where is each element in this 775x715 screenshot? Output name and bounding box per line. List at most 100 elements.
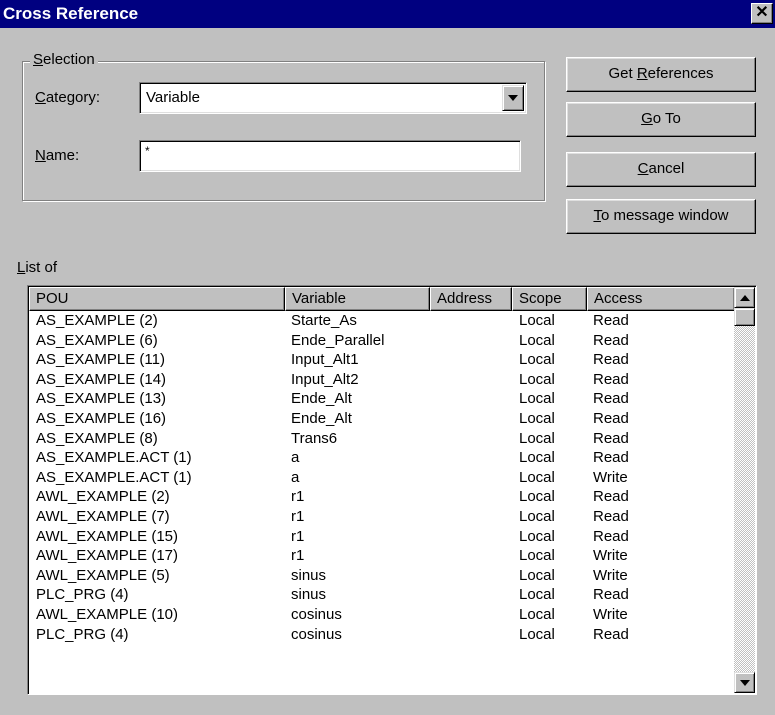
row-cell-scope: Local [519, 507, 555, 525]
row-cell-scope: Local [519, 527, 555, 545]
row-cell-pou: AS_EXAMPLE (11) [36, 351, 165, 369]
table-row[interactable]: AS_EXAMPLE (2) Starte_As Local Read [29, 311, 735, 331]
row-cell-access: Read [593, 370, 629, 388]
row-cell-access: Write [593, 468, 628, 486]
row-cell-pou: AS_EXAMPLE.ACT (1) [36, 468, 192, 486]
table-row[interactable]: AS_EXAMPLE (13) Ende_Alt Local Read [29, 389, 735, 409]
row-cell-pou: AWL_EXAMPLE (17) [36, 547, 178, 565]
row-cell-pou: AWL_EXAMPLE (10) [36, 605, 178, 623]
name-input-value: * [145, 144, 150, 158]
row-cell-pou: AS_EXAMPLE.ACT (1) [36, 449, 192, 467]
row-cell-variable: Trans6 [291, 429, 338, 447]
category-label: Category: [35, 89, 101, 106]
arrow-down-icon [740, 680, 750, 686]
list-header: POU Variable Address Scope Access [29, 287, 735, 311]
row-cell-pou: PLC_PRG (4) [36, 586, 129, 604]
scroll-thumb[interactable] [734, 308, 755, 326]
row-cell-access: Read [593, 409, 629, 427]
cross-reference-list[interactable]: POU Variable Address Scope Access AS_EXA… [27, 285, 757, 695]
row-cell-pou: PLC_PRG (4) [36, 625, 129, 643]
row-cell-variable: r1 [291, 547, 305, 565]
name-input[interactable]: * [139, 140, 521, 172]
row-cell-pou: AS_EXAMPLE (14) [36, 370, 167, 388]
row-cell-pou: AS_EXAMPLE (6) [36, 331, 158, 349]
vertical-scrollbar[interactable] [734, 287, 755, 693]
row-cell-scope: Local [519, 331, 555, 349]
row-cell-access: Read [593, 586, 629, 604]
row-cell-pou: AS_EXAMPLE (13) [36, 390, 167, 408]
row-cell-scope: Local [519, 586, 555, 604]
cancel-button[interactable]: Cancel [566, 152, 756, 187]
row-cell-scope: Local [519, 429, 555, 447]
row-cell-pou: AS_EXAMPLE (2) [36, 312, 158, 329]
row-cell-access: Read [593, 429, 629, 447]
row-cell-pou: AWL_EXAMPLE (5) [36, 566, 170, 584]
close-icon[interactable]: ✕ [751, 3, 773, 24]
table-row[interactable]: AS_EXAMPLE (8) Trans6 Local Read [29, 429, 735, 449]
row-cell-variable: cosinus [291, 605, 342, 623]
row-cell-access: Read [593, 449, 629, 467]
scroll-down-button[interactable] [734, 672, 755, 693]
column-header-address[interactable]: Address [430, 287, 512, 311]
table-row[interactable]: AWL_EXAMPLE (7) r1 Local Read [29, 507, 735, 527]
table-row[interactable]: AWL_EXAMPLE (17) r1 Local Write [29, 546, 735, 566]
row-cell-access: Read [593, 488, 629, 506]
table-row[interactable]: AS_EXAMPLE.ACT (1) a Local Read [29, 448, 735, 468]
table-row[interactable]: AS_EXAMPLE (11) Input_Alt1 Local Read [29, 350, 735, 370]
table-row[interactable]: AS_EXAMPLE (14) Input_Alt2 Local Read [29, 370, 735, 390]
row-cell-scope: Local [519, 566, 555, 584]
row-cell-variable: r1 [291, 507, 305, 525]
row-cell-pou: AS_EXAMPLE (8) [36, 429, 158, 447]
row-cell-variable: sinus [291, 566, 327, 584]
column-header-scope[interactable]: Scope [512, 287, 587, 311]
go-to-button[interactable]: Go To [566, 102, 756, 137]
row-cell-access: Read [593, 625, 629, 643]
row-cell-access: Read [593, 507, 629, 525]
table-row[interactable]: AWL_EXAMPLE (2) r1 Local Read [29, 487, 735, 507]
row-cell-access: Read [593, 351, 629, 369]
list-rows: AS_EXAMPLE (2) Starte_As Local Read AS_EXAMP… [29, 311, 735, 644]
title-bar: Cross Reference ✕ [0, 0, 775, 28]
table-row[interactable]: AS_EXAMPLE.ACT (1) a Local Write [29, 468, 735, 488]
category-dropdown-button[interactable] [502, 85, 524, 111]
to-message-window-button[interactable]: To message window [566, 199, 756, 234]
category-dropdown[interactable]: Variable [139, 82, 527, 114]
selection-group-label: Selection [30, 51, 98, 69]
row-cell-access: Write [593, 547, 628, 565]
row-cell-scope: Local [519, 312, 555, 329]
column-header-variable[interactable]: Variable [285, 287, 430, 311]
scroll-up-button[interactable] [734, 287, 755, 308]
cross-reference-dialog: Cross Reference ✕ Selection Category: Va… [0, 0, 775, 715]
row-cell-scope: Local [519, 605, 555, 623]
row-cell-scope: Local [519, 449, 555, 467]
row-cell-pou: AS_EXAMPLE (16) [36, 409, 167, 427]
arrow-up-icon [740, 295, 750, 301]
row-cell-variable: cosinus [291, 625, 342, 643]
get-references-button[interactable]: Get References [566, 57, 756, 92]
row-cell-variable: Ende_Alt [291, 390, 352, 408]
row-cell-scope: Local [519, 351, 555, 369]
row-cell-scope: Local [519, 488, 555, 506]
row-cell-pou: AWL_EXAMPLE (2) [36, 488, 170, 506]
table-row[interactable]: AWL_EXAMPLE (15) r1 Local Read [29, 527, 735, 547]
name-label: Name: [35, 147, 80, 164]
table-row[interactable]: AS_EXAMPLE (6) Ende_Parallel Local Read [29, 331, 735, 351]
row-cell-access: Write [593, 605, 628, 623]
row-cell-access: Write [593, 566, 628, 584]
row-cell-variable: Starte_As [291, 312, 357, 329]
table-row[interactable]: AWL_EXAMPLE (5) sinus Local Write [29, 566, 735, 586]
column-header-pou[interactable]: POU [29, 287, 285, 311]
row-cell-variable: a [291, 449, 300, 467]
table-row[interactable]: PLC_PRG (4) sinus Local Read [29, 585, 735, 605]
row-cell-variable: a [291, 468, 300, 486]
table-row[interactable]: AWL_EXAMPLE (10) cosinus Local Write [29, 605, 735, 625]
table-row[interactable]: AS_EXAMPLE (16) Ende_Alt Local Read [29, 409, 735, 429]
row-cell-access: Read [593, 390, 629, 408]
table-row[interactable]: PLC_PRG (4) cosinus Local Read [29, 625, 735, 645]
row-cell-access: Read [593, 331, 629, 349]
row-cell-scope: Local [519, 468, 555, 486]
row-cell-access: Read [593, 527, 629, 545]
row-cell-variable: r1 [291, 527, 305, 545]
row-cell-variable: Ende_Parallel [291, 331, 385, 349]
column-header-access[interactable]: Access [587, 287, 735, 311]
